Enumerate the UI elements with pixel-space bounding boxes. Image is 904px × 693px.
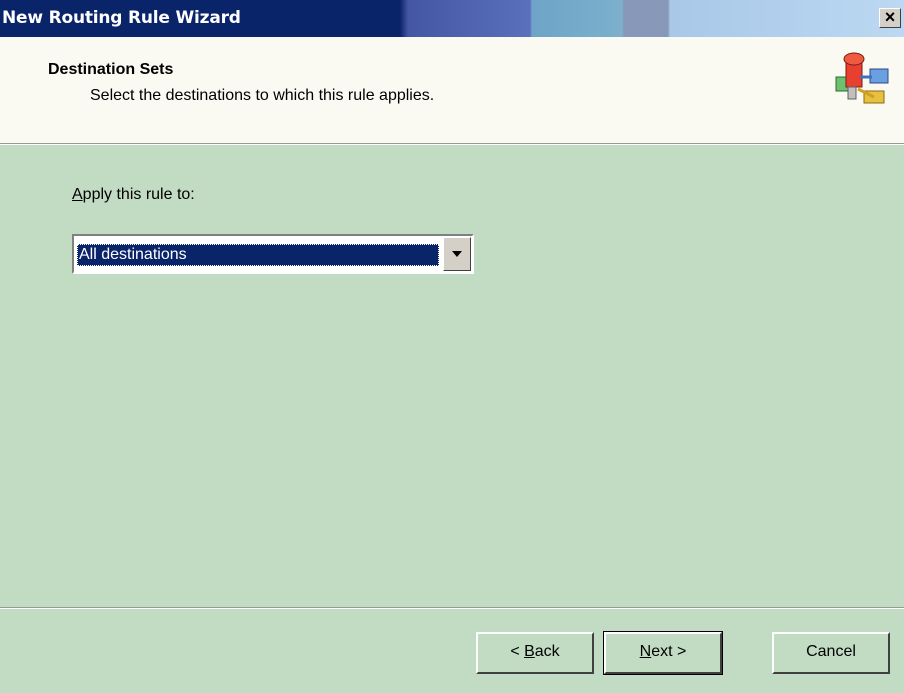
label-text: pply this rule to: (82, 186, 195, 203)
back-prefix: < (510, 643, 525, 660)
next-button[interactable]: Next > (603, 631, 723, 675)
window-title: New Routing Rule Wizard (2, 8, 241, 28)
close-button[interactable]: × (879, 8, 901, 28)
footer-divider-highlight (0, 608, 904, 609)
combo-field: All destinations (75, 237, 442, 271)
cancel-label: Cancel (806, 643, 856, 660)
next-label: ext > (651, 643, 687, 660)
chevron-down-icon[interactable] (443, 237, 471, 271)
cancel-button[interactable]: Cancel (772, 632, 890, 674)
apply-rule-label: Apply this rule to: (72, 186, 195, 204)
destination-combobox[interactable]: All destinations (72, 234, 474, 274)
back-label: ack (534, 643, 560, 660)
close-icon: × (884, 7, 896, 27)
next-access-key: N (639, 643, 652, 660)
wizard-header: Destination Sets Select the destinations… (0, 37, 904, 144)
combo-selected-value: All destinations (77, 244, 439, 266)
routing-rule-icon (835, 52, 889, 104)
header-divider (0, 144, 904, 145)
page-subtitle: Select the destinations to which this ru… (90, 87, 435, 104)
back-access-key: B (524, 643, 535, 660)
label-access-key: A (72, 186, 83, 203)
title-bar: New Routing Rule Wizard × (0, 0, 904, 37)
back-button[interactable]: < Back (476, 632, 594, 674)
page-title: Destination Sets (48, 61, 174, 78)
